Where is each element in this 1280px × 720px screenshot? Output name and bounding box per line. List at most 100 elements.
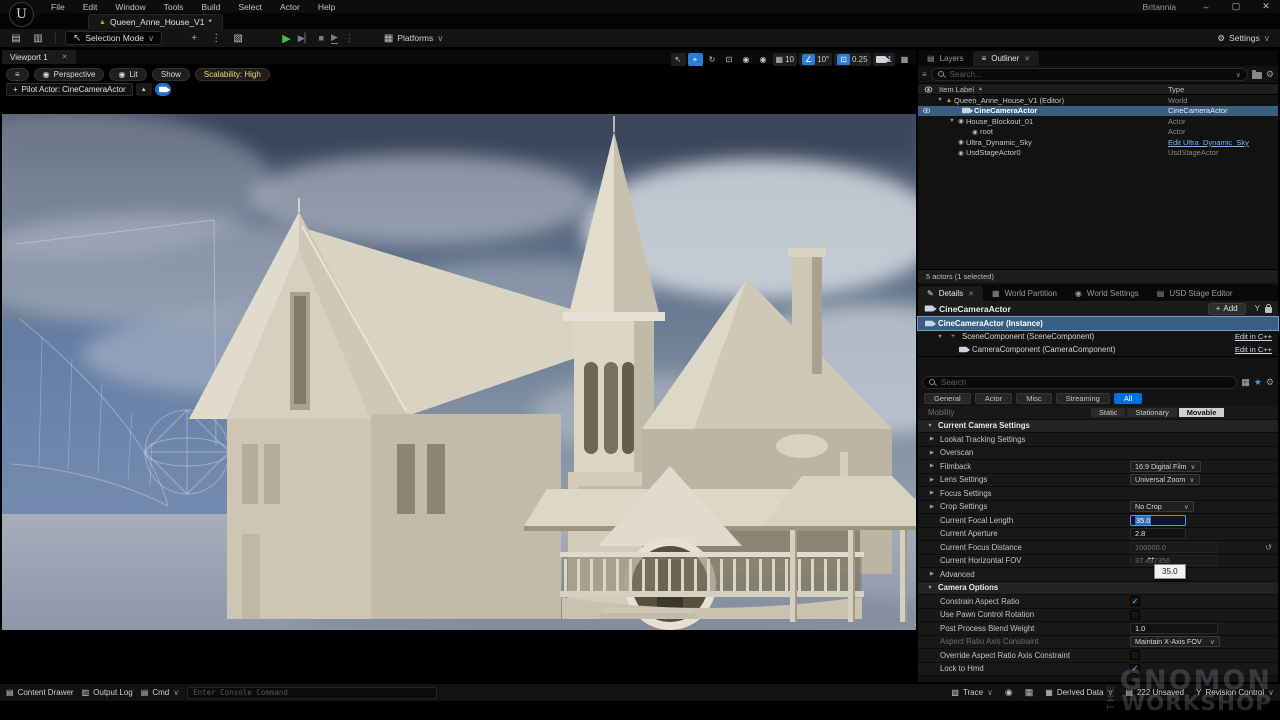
save-icon[interactable]: ▤: [8, 33, 24, 44]
cinematics-icon[interactable]: ▧: [230, 33, 246, 44]
edit-in-cpp-link[interactable]: Edit in C++: [1235, 345, 1272, 354]
derived-data-dropdown[interactable]: ▦Derived Data∨: [1045, 688, 1113, 697]
tab-viewport-1[interactable]: Viewport 1 ✕: [2, 50, 76, 64]
component-row-camera[interactable]: CameraComponent (CameraComponent) Edit i…: [918, 343, 1278, 356]
frame-skip-button[interactable]: ▶: [298, 33, 312, 44]
outliner-row-house-blockout[interactable]: ▼ ◉ House_Blockout_01 Actor: [918, 116, 1278, 127]
edit-sky-link[interactable]: Edit Ultra_Dynamic_Sky: [1168, 138, 1249, 147]
current-focus-distance-field[interactable]: 100000.0: [1130, 542, 1218, 553]
tab-details[interactable]: ✎Details✕: [918, 286, 983, 301]
reset-to-default-icon[interactable]: ↺: [1265, 543, 1272, 552]
close-button[interactable]: ✕: [1258, 1, 1274, 12]
add-component-button[interactable]: +Add: [1208, 303, 1246, 315]
scale-snap-button[interactable]: ⊡0.25: [834, 53, 870, 66]
record-icon[interactable]: ◉: [1005, 687, 1013, 698]
post-process-blend-weight-field[interactable]: 1.0: [1130, 623, 1218, 634]
grid-snap-button[interactable]: ▦10: [773, 53, 797, 66]
outliner-row-ultra-dynamic-sky[interactable]: ◉ Ultra_Dynamic_Sky Edit Ultra_Dynamic_S…: [918, 137, 1278, 148]
outliner-search-input[interactable]: [950, 70, 1232, 79]
menu-edit[interactable]: Edit: [76, 1, 105, 13]
aspect-ratio-axis-constraint-dropdown[interactable]: Maintain X-Axis FOV∨: [1130, 636, 1220, 647]
display-options-icon[interactable]: ▦: [1241, 377, 1250, 388]
close-icon[interactable]: ✕: [968, 290, 974, 298]
column-type[interactable]: Type: [1168, 85, 1184, 94]
selection-mode-dropdown[interactable]: ↖ Selection Mode ∨: [65, 31, 162, 45]
viewport-options-button[interactable]: ≡: [6, 68, 29, 81]
blueprint-hierarchy-icon[interactable]: Y: [1255, 304, 1260, 313]
tab-usd-stage-editor[interactable]: ▤USD Stage Editor: [1148, 286, 1242, 301]
component-row-scene[interactable]: ▼ + SceneComponent (SceneComponent) Edit…: [918, 330, 1278, 343]
tab-layers[interactable]: ▤Layers: [918, 51, 973, 66]
filter-all[interactable]: All: [1114, 393, 1142, 404]
outliner-row-root[interactable]: ◉ root Actor: [918, 127, 1278, 138]
platforms-dropdown[interactable]: ▦ Platforms ∨: [384, 33, 444, 44]
component-row-instance[interactable]: CineCameraActor (Instance): [918, 317, 1278, 330]
gear-icon[interactable]: ⚙: [1266, 69, 1274, 80]
unsaved-button[interactable]: ▤222 Unsaved: [1125, 688, 1184, 697]
camera-view-toggle-button[interactable]: [155, 83, 171, 96]
scalability-warning-button[interactable]: Scalability: High: [195, 68, 270, 81]
rotate-tool-button[interactable]: ↻: [705, 53, 720, 66]
favorites-star-icon[interactable]: ★: [1254, 377, 1262, 388]
current-focal-length-field[interactable]: 35.0: [1130, 515, 1186, 526]
lock-to-hmd-checkbox[interactable]: ✓: [1130, 664, 1140, 674]
scale-tool-button[interactable]: ⊡: [722, 53, 737, 66]
settings-dropdown[interactable]: ⚙ Settings ∨: [1217, 33, 1270, 44]
viewport-render[interactable]: [2, 114, 916, 630]
override-aspect-ratio-axis-constraint-checkbox[interactable]: [1130, 650, 1140, 660]
menu-select[interactable]: Select: [231, 1, 269, 13]
edit-in-cpp-link[interactable]: Edit in C++: [1235, 332, 1272, 341]
cmd-dropdown[interactable]: ▤Cmd∨: [141, 688, 179, 697]
content-drawer-button[interactable]: ▤Content Drawer: [6, 688, 74, 697]
show-dropdown[interactable]: Show: [152, 68, 190, 81]
lock-icon[interactable]: [1265, 307, 1272, 313]
play-button[interactable]: ▶: [282, 32, 290, 45]
tab-outliner[interactable]: ≡Outliner✕: [973, 51, 1040, 66]
filter-actor[interactable]: Actor: [975, 393, 1013, 404]
play-options-kebab-icon[interactable]: ⋮: [345, 33, 354, 44]
filmback-dropdown[interactable]: 16:9 Digital Film∨: [1130, 461, 1201, 472]
world-space-button[interactable]: ◉: [739, 53, 754, 66]
details-search-input[interactable]: [941, 378, 1230, 387]
section-current-camera-settings[interactable]: ▼Current Camera Settings: [918, 420, 1278, 434]
section-lookat-tracking[interactable]: ▶Lookat Tracking Settings: [918, 433, 1278, 447]
rotation-snap-button[interactable]: ∠10°: [799, 53, 832, 66]
column-item-label[interactable]: Item Label: [939, 85, 974, 94]
tab-world-partition[interactable]: ▦World Partition: [983, 286, 1066, 301]
menu-file[interactable]: File: [44, 1, 72, 13]
maximize-viewport-button[interactable]: ▦: [897, 53, 912, 66]
menu-tools[interactable]: Tools: [157, 1, 191, 13]
crop-settings-dropdown[interactable]: No Crop∨: [1130, 501, 1194, 512]
constrain-aspect-ratio-checkbox[interactable]: ✓: [1130, 596, 1140, 606]
add-actor-icon[interactable]: +: [186, 33, 202, 44]
blueprints-icon[interactable]: ⋮: [208, 33, 224, 44]
expand-arrow-icon[interactable]: ▼: [948, 118, 956, 124]
use-pawn-control-rotation-checkbox[interactable]: [1130, 610, 1140, 620]
move-tool-button[interactable]: +: [688, 53, 703, 66]
filter-general[interactable]: General: [924, 393, 971, 404]
trace-dropdown[interactable]: ▧Trace∨: [951, 688, 993, 697]
screenshot-icon[interactable]: ▦: [1025, 687, 1034, 698]
gear-icon[interactable]: ⚙: [1266, 377, 1274, 388]
mobility-static-button[interactable]: Static: [1090, 407, 1126, 418]
section-overscan[interactable]: ▶Overscan: [918, 447, 1278, 461]
mobility-movable-button[interactable]: Movable: [1178, 407, 1226, 418]
section-advanced[interactable]: ▶Advanced: [918, 568, 1278, 582]
chevron-down-icon[interactable]: ∨: [1236, 71, 1241, 79]
eye-icon[interactable]: [925, 86, 933, 92]
menu-actor[interactable]: Actor: [273, 1, 307, 13]
expand-arrow-icon[interactable]: ▼: [936, 334, 944, 340]
launch-button[interactable]: ▶: [331, 32, 338, 44]
camera-speed-button[interactable]: 1: [873, 53, 895, 66]
minimize-button[interactable]: –: [1198, 2, 1214, 12]
surface-snap-button[interactable]: ◉: [756, 53, 771, 66]
section-camera-options[interactable]: ▼Camera Options: [918, 582, 1278, 596]
content-browser-icon[interactable]: ▥: [30, 33, 46, 44]
menu-build[interactable]: Build: [194, 1, 227, 13]
perspective-dropdown[interactable]: ◉Perspective: [34, 68, 105, 81]
eject-pilot-button[interactable]: ▲: [136, 83, 152, 96]
revision-control-dropdown[interactable]: YRevision Control∨: [1196, 688, 1274, 697]
details-search-box[interactable]: [922, 376, 1237, 389]
console-command-input[interactable]: [187, 687, 437, 699]
output-log-button[interactable]: ▥Output Log: [82, 688, 133, 697]
